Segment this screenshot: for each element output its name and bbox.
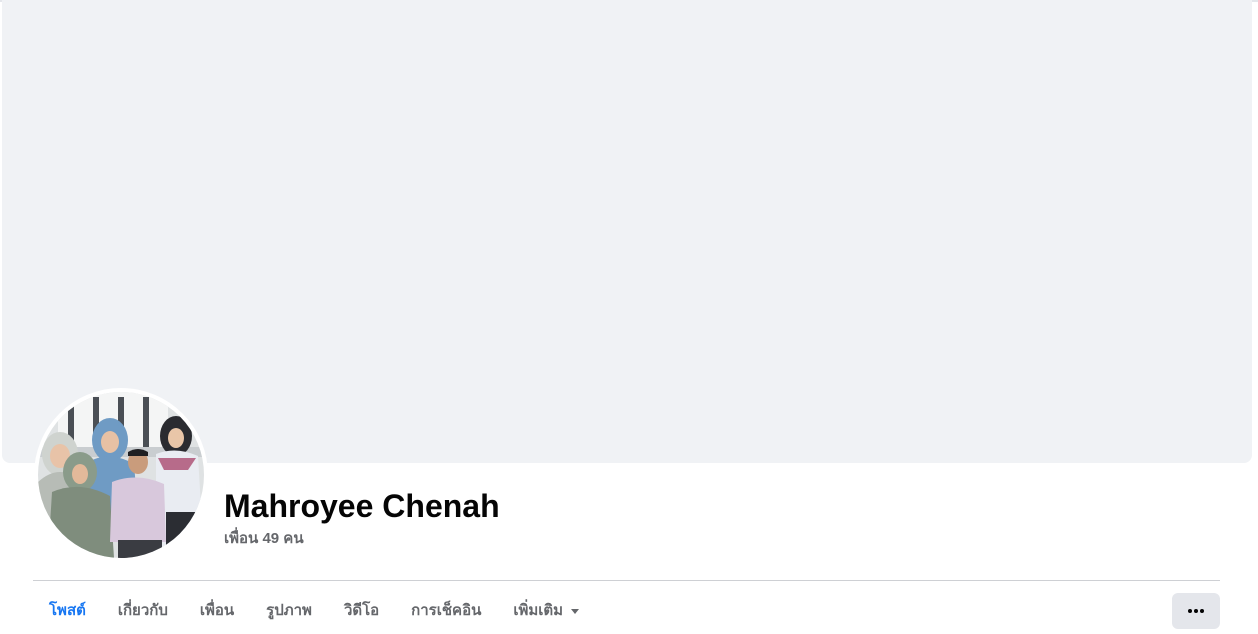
- tab-label: เกี่ยวกับ: [117, 602, 168, 619]
- profile-tabs: โพสต์ เกี่ยวกับ เพื่อน รูปภาพ วิดีโอ การ…: [33, 588, 595, 632]
- ellipsis-icon: [1187, 609, 1205, 613]
- tab-label: เพิ่มเติม: [513, 602, 564, 619]
- profile-page: Mahroyee Chenah เพื่อน 49 คน โพสต์ เกี่ย…: [0, 0, 1258, 634]
- tab-label: โพสต์: [49, 602, 86, 619]
- tab-label: วิดีโอ: [343, 602, 380, 619]
- tab-photos[interactable]: รูปภาพ: [250, 588, 328, 632]
- tab-friends[interactable]: เพื่อน: [184, 588, 250, 632]
- tab-videos[interactable]: วิดีโอ: [328, 588, 395, 632]
- divider: [33, 580, 1220, 581]
- profile-photo-image: [38, 392, 204, 558]
- tab-posts[interactable]: โพสต์: [33, 588, 102, 632]
- tab-more[interactable]: เพิ่มเติม: [497, 588, 595, 632]
- tab-label: การเช็คอิน: [411, 602, 482, 619]
- tab-about[interactable]: เกี่ยวกับ: [102, 588, 184, 632]
- caret-down-icon: [571, 608, 580, 614]
- tab-label: เพื่อน: [199, 602, 235, 619]
- tab-checkins[interactable]: การเช็คอิน: [395, 588, 497, 632]
- tab-label: รูปภาพ: [266, 602, 312, 619]
- friends-count[interactable]: เพื่อน 49 คน: [224, 529, 304, 549]
- profile-name: Mahroyee Chenah: [224, 488, 500, 524]
- more-options-button[interactable]: [1172, 593, 1220, 629]
- profile-picture[interactable]: [34, 388, 208, 562]
